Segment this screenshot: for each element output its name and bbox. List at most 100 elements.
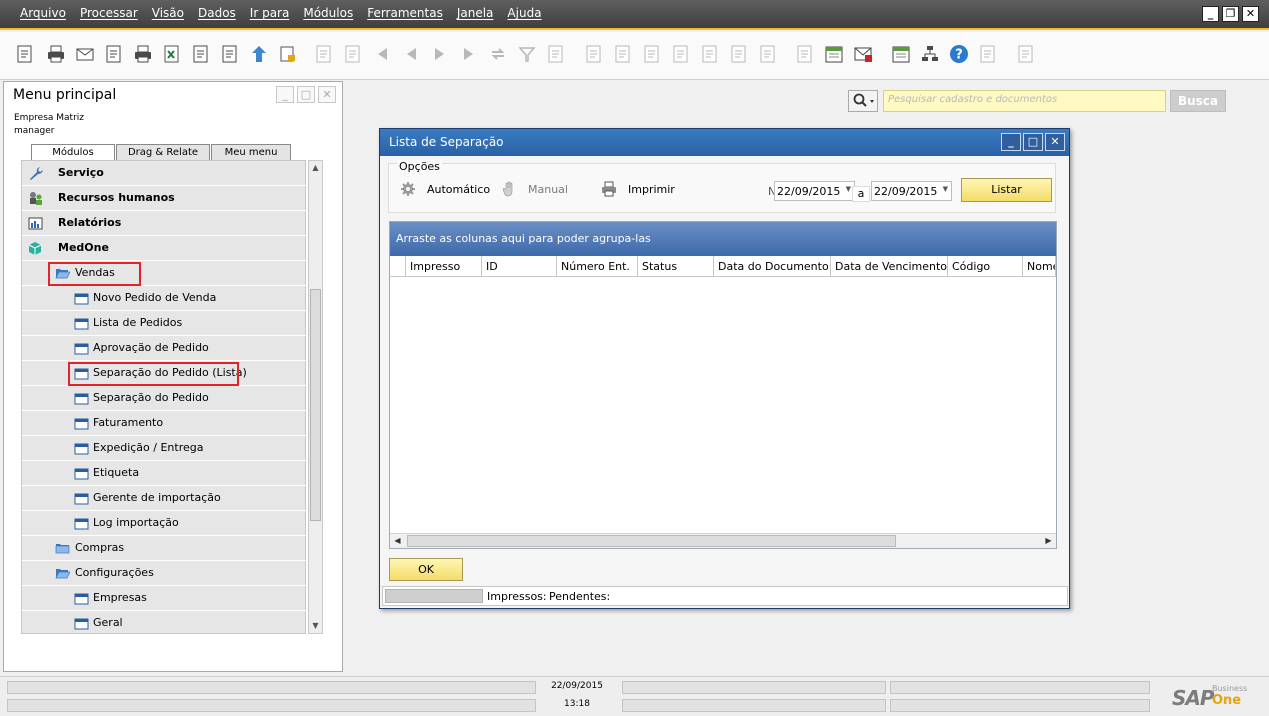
tab-meu-menu[interactable]: Meu menu (211, 144, 291, 160)
scroll-thumb[interactable] (310, 289, 321, 521)
first-record-icon[interactable] (372, 44, 392, 64)
panel-close-icon[interactable]: ✕ (318, 86, 336, 103)
tree-item[interactable]: Serviço (22, 161, 307, 186)
tree-item[interactable]: Etiqueta (22, 461, 307, 486)
tree-item[interactable]: Gerente de importação (22, 486, 307, 511)
menu-item-0[interactable]: Arquivo (13, 6, 73, 20)
scroll-right-icon[interactable]: ▶ (1041, 534, 1056, 548)
ok-button[interactable]: OK (389, 558, 463, 581)
date-to-field[interactable]: 22/09/2015 ▼ (871, 181, 952, 201)
tree-item[interactable]: Separação do Pedido (22, 386, 307, 411)
tree-item[interactable]: Empresas (22, 586, 307, 611)
tree-item[interactable]: MedOne (22, 236, 307, 261)
next-record-icon[interactable] (430, 44, 450, 64)
print-icon[interactable] (46, 44, 66, 64)
panel-minimize-icon[interactable]: _ (276, 86, 294, 103)
target-document-icon[interactable] (613, 44, 633, 64)
message-icon[interactable] (853, 44, 873, 64)
tree-scrollbar[interactable]: ▲ ▼ (308, 160, 323, 634)
find-icon[interactable] (314, 44, 334, 64)
tab-modulos[interactable]: Módulos (31, 144, 115, 160)
form-settings-icon[interactable] (978, 44, 998, 64)
volume-weight-icon[interactable] (758, 44, 778, 64)
last-record-icon[interactable] (459, 44, 479, 64)
menu-item-3[interactable]: Dados (191, 6, 243, 20)
search-input[interactable]: Pesquisar cadastro e documentos (883, 90, 1166, 112)
tree-item[interactable]: Aprovação de Pedido (22, 336, 307, 361)
excel-icon[interactable] (162, 44, 182, 64)
layout-icon[interactable] (1016, 44, 1036, 64)
settings-icon[interactable] (795, 44, 815, 64)
tree-item[interactable]: Novo Pedido de Venda (22, 286, 307, 311)
menu-item-4[interactable]: Ir para (243, 6, 297, 20)
column-header[interactable]: Status (638, 256, 714, 277)
close-icon[interactable]: ✕ (1242, 6, 1259, 22)
print-preview-icon[interactable] (15, 44, 35, 64)
fax-icon[interactable] (133, 44, 153, 64)
payment-means-icon[interactable] (700, 44, 720, 64)
previous-record-icon[interactable] (401, 44, 421, 64)
pdf-icon[interactable] (220, 44, 240, 64)
row-selector-header[interactable] (390, 256, 406, 277)
minimize-icon[interactable]: _ (1202, 6, 1219, 22)
tree-icon[interactable] (920, 44, 940, 64)
grid-horizontal-scrollbar[interactable]: ◀ ▶ (390, 533, 1056, 548)
scroll-up-icon[interactable]: ▲ (309, 161, 322, 175)
tree-item[interactable]: Recursos humanos (22, 186, 307, 211)
refresh-icon[interactable] (488, 44, 508, 64)
help-icon[interactable]: ? (949, 44, 969, 64)
tree-item[interactable]: Compras (22, 536, 307, 561)
email-icon[interactable] (75, 44, 95, 64)
base-document-icon[interactable] (584, 44, 604, 64)
tree-item[interactable]: Lista de Pedidos (22, 311, 307, 336)
payment-icon[interactable] (729, 44, 749, 64)
scroll-left-icon[interactable]: ◀ (390, 534, 405, 548)
gross-profit-icon[interactable] (642, 44, 662, 64)
sms-icon[interactable] (104, 44, 124, 64)
add-icon[interactable] (343, 44, 363, 64)
restore-icon[interactable]: ❐ (1222, 6, 1239, 22)
dialog-close-icon[interactable]: ✕ (1045, 133, 1065, 151)
group-by-bar[interactable]: Arraste as colunas aqui para poder agrup… (390, 222, 1056, 256)
filter-icon[interactable] (517, 44, 537, 64)
menu-item-1[interactable]: Processar (73, 6, 145, 20)
search-button[interactable]: Busca (1170, 90, 1226, 112)
base-price-icon[interactable] (671, 44, 691, 64)
tree-item[interactable]: Expedição / Entrega (22, 436, 307, 461)
menu-item-6[interactable]: Ferramentas (360, 6, 450, 20)
picklist-grid[interactable]: Arraste as colunas aqui para poder agrup… (389, 221, 1057, 549)
tab-drag-relate[interactable]: Drag & Relate (116, 144, 210, 160)
column-header[interactable]: ID (482, 256, 557, 277)
column-header[interactable]: Número Ent. (557, 256, 638, 277)
dropdown-arrow-icon[interactable]: ▼ (943, 185, 948, 193)
column-header[interactable]: Código (948, 256, 1023, 277)
date-from-field[interactable]: 22/09/2015 ▼ (774, 181, 855, 201)
scroll-down-icon[interactable]: ▼ (309, 619, 322, 633)
tree-item[interactable]: Log importação (22, 511, 307, 536)
menu-item-2[interactable]: Visão (145, 6, 191, 20)
column-header[interactable]: Impresso (406, 256, 482, 277)
dialog-maximize-icon[interactable]: □ (1023, 133, 1043, 151)
launch-icon[interactable] (249, 44, 269, 64)
search-scope-button[interactable] (848, 90, 878, 112)
scroll-thumb[interactable] (407, 535, 896, 547)
panel-maximize-icon[interactable]: □ (297, 86, 315, 103)
calendar-icon[interactable] (891, 44, 911, 64)
column-header[interactable]: Data de Vencimento (831, 256, 948, 277)
sort-icon[interactable] (546, 44, 566, 64)
menu-item-7[interactable]: Janela (450, 6, 501, 20)
tree-item[interactable]: Configurações (22, 561, 307, 586)
tree-item[interactable]: Relatórios (22, 211, 307, 236)
column-header[interactable]: Nome (1023, 256, 1056, 277)
menu-item-8[interactable]: Ajuda (500, 6, 548, 20)
dropdown-arrow-icon[interactable]: ▼ (846, 185, 851, 193)
tree-item[interactable]: Geral (22, 611, 307, 636)
journal-icon[interactable] (824, 44, 844, 64)
word-icon[interactable] (191, 44, 211, 64)
list-button[interactable]: Listar (961, 178, 1052, 202)
lock-icon[interactable] (278, 44, 298, 64)
dialog-title-bar[interactable]: Lista de Separação _ □ ✕ (380, 129, 1069, 156)
column-header[interactable]: Data do Documento (714, 256, 831, 277)
tree-item[interactable]: Faturamento (22, 411, 307, 436)
menu-item-5[interactable]: Módulos (296, 6, 360, 20)
